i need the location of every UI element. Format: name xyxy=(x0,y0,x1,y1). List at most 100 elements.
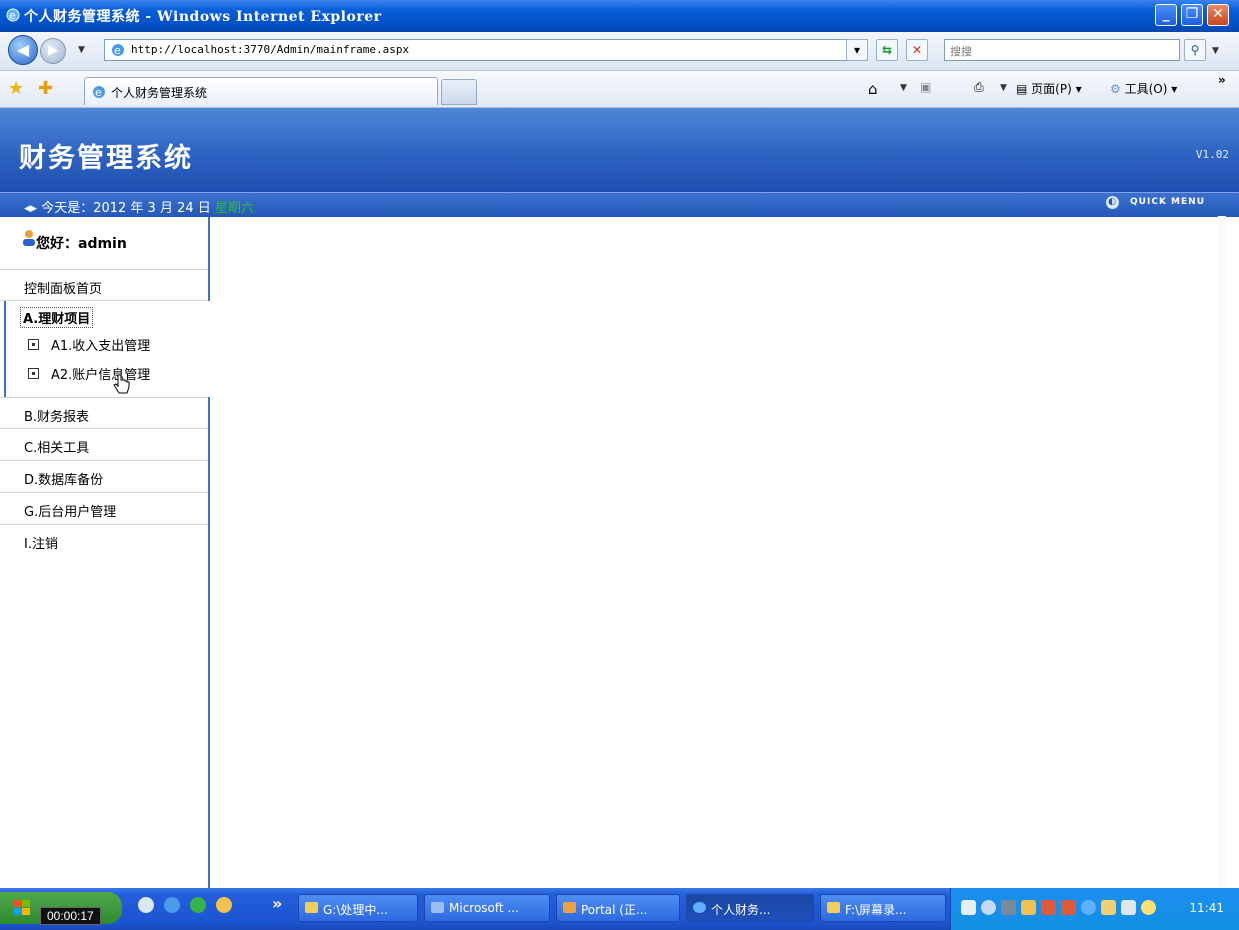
search-input[interactable]: 搜搜 xyxy=(944,39,1180,61)
ie-icon xyxy=(693,902,706,913)
tab-ie-icon: e xyxy=(93,86,105,99)
tray-app-icon[interactable] xyxy=(1021,900,1036,915)
page-icon: e xyxy=(112,44,124,57)
search-placeholder: 搜搜 xyxy=(950,45,972,58)
back-button[interactable]: ◀ xyxy=(8,35,38,65)
sidebar-item-label: I.注销 xyxy=(24,537,58,552)
sidebar-subitem-label: A2.账户信息管理 xyxy=(51,368,151,383)
address-toolbar: ◀ ▶ ▼ e http://localhost:3770/Admin/main… xyxy=(0,32,1239,71)
svg-text:e: e xyxy=(114,44,121,57)
sidebar-item-backup[interactable]: D.数据库备份 xyxy=(0,461,208,493)
browser-window: e 个人财务管理系统 - Windows Internet Explorer _… xyxy=(0,0,1239,888)
user-icon xyxy=(23,230,35,246)
address-url: http://localhost:3770/Admin/mainframe.as… xyxy=(131,43,410,56)
quicklaunch-ie-icon[interactable] xyxy=(164,897,180,913)
page-menu[interactable]: ▤ 页面(P) ▾ xyxy=(1016,80,1082,97)
tools-menu[interactable]: ⚙ 工具(O) ▾ xyxy=(1110,80,1177,97)
taskbar-button-finance[interactable]: 个人财务... xyxy=(686,894,814,922)
quick-menu-button[interactable]: ◐ QUICK MENU xyxy=(1106,196,1205,209)
date-prefix: 今天是：2012 年 3 月 24 日 xyxy=(41,201,211,216)
app-icon xyxy=(563,902,576,913)
print-icon[interactable]: ⎙ xyxy=(974,80,984,95)
quicklaunch-green-icon[interactable] xyxy=(190,897,206,913)
sidebar-item-tools[interactable]: C.相关工具 xyxy=(0,429,208,461)
sidebar: 您好：admin 控制面板首页 A.理财项目 A1.收入支出管理 A2.账户信息… xyxy=(0,217,210,888)
date-bar: ◂▸ 今天是：2012 年 3 月 24 日 星期六 ◐ QUICK MENU xyxy=(0,192,1239,217)
sidebar-item-home[interactable]: 控制面板首页 xyxy=(0,269,208,301)
app-icon xyxy=(431,902,444,913)
address-input[interactable]: e http://localhost:3770/Admin/mainframe.… xyxy=(104,39,868,61)
tray-arrow-icon[interactable] xyxy=(981,900,996,915)
restore-button[interactable]: ❐ xyxy=(1181,4,1203,26)
taskbar-button-label: Portal (正... xyxy=(581,903,648,917)
sidebar-item-users[interactable]: G.后台用户管理 xyxy=(0,493,208,525)
taskbar-button-portal[interactable]: Portal (正... xyxy=(556,894,680,922)
weekday: 星期六 xyxy=(214,201,254,216)
folder-icon xyxy=(305,902,318,913)
svg-text:e: e xyxy=(9,9,16,22)
taskbar-button-label: Microsoft ... xyxy=(449,901,519,915)
windows-logo-icon xyxy=(13,900,30,915)
tray-globe-icon[interactable] xyxy=(1081,900,1096,915)
search-options-icon[interactable]: ▼ xyxy=(1212,46,1219,56)
arrow-icon: ◂▸ xyxy=(24,201,38,216)
user-greeting: 您好：admin xyxy=(0,217,208,269)
tray-app-icon[interactable] xyxy=(1101,900,1116,915)
tab-active[interactable]: e 个人财务管理系统 xyxy=(84,77,438,105)
tray-app-icon[interactable] xyxy=(1121,900,1136,915)
taskbar-button-folder-g[interactable]: G:\处理中... xyxy=(298,894,418,922)
window-title: 个人财务管理系统 - Windows Internet Explorer xyxy=(24,9,382,25)
stop-button[interactable]: ✕ xyxy=(906,39,928,61)
sidebar-item-label: B.财务报表 xyxy=(24,410,90,425)
tray-qq-icon[interactable] xyxy=(1041,900,1056,915)
feeds-icon[interactable]: ▣ xyxy=(920,80,931,94)
refresh-button[interactable]: ⇆ xyxy=(876,39,898,61)
new-tab-button[interactable] xyxy=(441,79,477,105)
taskbar-button-folder-f[interactable]: F:\屏幕录... xyxy=(820,894,946,922)
taskbar-button-label: 个人财务... xyxy=(711,903,771,917)
taskbar-button-microsoft[interactable]: Microsoft ... xyxy=(424,894,550,922)
bullet-icon xyxy=(28,368,39,379)
tray-qq-icon[interactable] xyxy=(1061,900,1076,915)
command-bar: ★ ✚ e 个人财务管理系统 ⌂ ▼ ▣ ⎙ ▼ ▤ 页面(P) ▾ ⚙ 工具(… xyxy=(0,71,1239,108)
address-dropdown-button[interactable]: ▾ xyxy=(846,39,868,61)
quicklaunch-more-icon[interactable]: » xyxy=(272,894,282,913)
app-version: V1.02 xyxy=(1195,148,1229,161)
main-frame-scrollbar[interactable] xyxy=(1218,216,1226,888)
bullet-icon xyxy=(28,339,39,350)
sidebar-item-logout[interactable]: I.注销 xyxy=(0,525,208,557)
tray-app-icon[interactable] xyxy=(1001,900,1016,915)
home-dropdown-icon[interactable]: ▼ xyxy=(900,83,907,93)
search-button[interactable]: ⚲ xyxy=(1184,39,1206,61)
close-button[interactable]: ✕ xyxy=(1207,4,1229,26)
add-favorites-icon[interactable]: ✚ xyxy=(38,78,53,99)
sidebar-subitem-a1[interactable]: A1.收入支出管理 xyxy=(28,335,150,354)
chevron-more-icon[interactable]: » xyxy=(1218,73,1226,87)
home-icon[interactable]: ⌂ xyxy=(868,80,878,98)
sidebar-item-label: 控制面板首页 xyxy=(24,282,103,297)
system-tray: 11:41 xyxy=(950,888,1239,930)
page-icon: ▤ xyxy=(1016,82,1028,96)
favorites-star-icon[interactable]: ★ xyxy=(8,78,24,99)
recording-timer: 00:00:17 xyxy=(40,907,101,925)
clock: 11:41 xyxy=(1189,901,1224,915)
quicklaunch-app-icon[interactable] xyxy=(138,897,154,913)
forward-button[interactable]: ▶ xyxy=(40,38,66,64)
folder-icon xyxy=(827,902,840,913)
date-text: ◂▸ 今天是：2012 年 3 月 24 日 星期六 xyxy=(24,197,254,216)
keyboard-tray-icon[interactable] xyxy=(961,900,976,915)
tools-menu-label: 工具(O) xyxy=(1124,82,1168,96)
print-dropdown-icon[interactable]: ▼ xyxy=(1000,83,1007,93)
sidebar-subitem-label: A1.收入支出管理 xyxy=(51,339,151,354)
minimize-button[interactable]: _ xyxy=(1155,4,1177,26)
sidebar-item-label: D.数据库备份 xyxy=(24,473,104,488)
quicklaunch-qq-icon[interactable] xyxy=(216,897,232,913)
taskbar: 00:00:17 » G:\处理中... Microsoft ... Porta… xyxy=(0,888,1239,930)
sidebar-item-reports[interactable]: B.财务报表 xyxy=(0,397,208,429)
taskbar-button-label: G:\处理中... xyxy=(323,903,388,917)
tray-app-icon[interactable] xyxy=(1141,900,1156,915)
tab-label: 个人财务管理系统 xyxy=(111,86,208,100)
start-button[interactable]: 00:00:17 xyxy=(0,892,122,925)
history-dropdown-icon[interactable]: ▼ xyxy=(78,45,85,55)
sidebar-group-a-title[interactable]: A.理财项目 xyxy=(20,307,94,328)
